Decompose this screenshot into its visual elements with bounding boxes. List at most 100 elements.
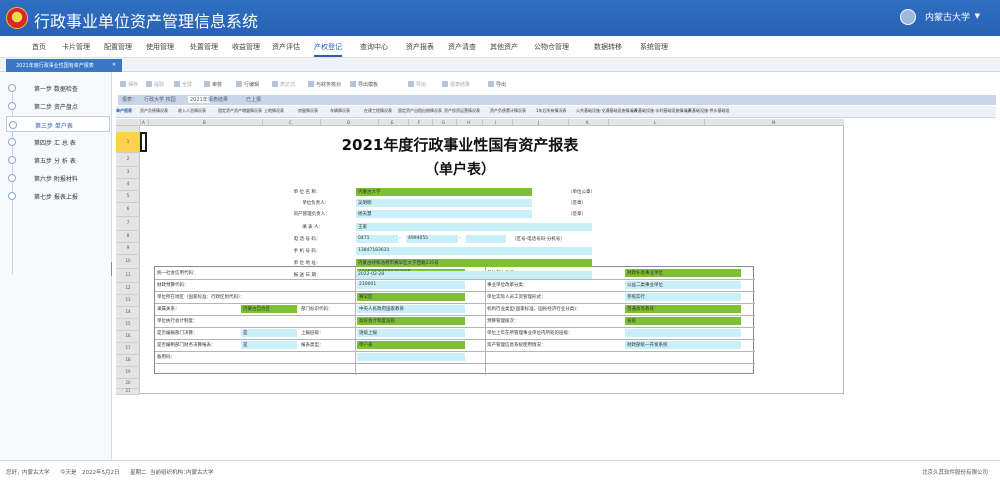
row-label[interactable]: 4 [116,181,140,186]
tab-report[interactable]: 2021年度行政事业性国有资产报表 [6,59,122,72]
toolbar-item-5[interactable]: 表达式 [272,81,295,88]
sheet-tab-10[interactable]: 资产负债累计情况表 [490,108,526,114]
nav-item-3[interactable]: 使用管理 [146,42,174,52]
info-value[interactable]: 内蒙古呼和浩特市赛罕区大学西路235号 [356,259,592,267]
column-label[interactable]: E [391,120,394,125]
nav-item-4[interactable]: 处置管理 [190,42,218,52]
row-label[interactable]: 8 [116,233,140,238]
sheet-tab-3[interactable]: 固定资产资产增量情况表 [218,108,262,114]
info-ext[interactable] [466,235,506,243]
caret-down-icon[interactable]: ▼ [975,12,980,20]
user-avatar-icon[interactable] [900,9,916,25]
column-label[interactable]: M [772,120,775,125]
selected-cell[interactable] [140,132,147,152]
info-value[interactable]: 0471 [356,235,398,243]
row-label[interactable]: 12 [116,285,140,290]
row-label[interactable]: 21 [116,388,140,393]
info-value[interactable]: 2022-02-28 [356,271,592,279]
row-label[interactable]: 1 [116,139,140,144]
toolbar-item-9[interactable]: 报表结果 [442,81,470,88]
sidebar-step-5[interactable]: 第五步 分 析 表 [6,152,110,168]
grid-value[interactable]: 单户表 [357,341,465,349]
row-label[interactable]: 16 [116,333,140,338]
sidebar-step-3[interactable]: 第三步 单户表 [6,116,110,132]
grid-value[interactable]: 中央人民政府国家教育 [357,305,465,313]
grid-value[interactable]: 高校会计制度准则 [357,317,465,325]
info-value[interactable]: 内蒙古大学 [356,188,532,196]
grid-value[interactable]: 普通高等教育 [625,305,741,313]
close-icon[interactable]: ✕ [112,62,116,68]
sidebar-step-6[interactable]: 第六步 附报材料 [6,170,110,186]
nav-item-6[interactable]: 资产评估 [272,42,300,52]
sheet-tab-13[interactable]: 公共基础设施-水利基础设施情况表 [630,108,691,114]
nav-item-12[interactable]: 公物仓管理 [534,42,569,52]
sheet-tab-12[interactable]: 公共基础设施-交通基础设施情况表 [576,108,637,114]
info-value[interactable]: 杨天慧 [356,210,532,218]
sheet-tab-7[interactable]: 在建工程情况表 [364,108,392,114]
toolbar-item-10[interactable]: 导出 [488,81,506,88]
nav-item-7[interactable]: 产权登记 [314,42,342,57]
row-label[interactable]: 15 [116,321,140,326]
column-label[interactable]: G [442,120,445,125]
column-label[interactable]: I [495,120,496,125]
nav-item-10[interactable]: 资产清查 [448,42,476,52]
grid-value[interactable]: 是 [241,341,297,349]
nav-item-2[interactable]: 配置管理 [104,42,132,52]
grid-value[interactable]: 逐级上报 [357,329,465,337]
row-label[interactable]: 14 [116,309,140,314]
column-label[interactable]: J [538,120,539,125]
grid-value[interactable] [625,329,741,337]
row-label[interactable]: 2 [116,156,140,161]
row-label[interactable]: 7 [116,220,140,225]
toolbar-item-2[interactable]: 全屏 [174,81,192,88]
column-label[interactable]: A [142,120,145,125]
column-label[interactable]: B [203,120,206,125]
row-label[interactable]: 9 [116,245,140,250]
sheet-tab-1[interactable]: 资产负债情况表 [140,108,168,114]
info-value-2[interactable]: 4994055 [406,235,458,243]
sheet-tab-9[interactable]: 资产投资运营情况表 [444,108,480,114]
column-label[interactable]: C [289,120,292,125]
sheet-tab-4[interactable]: 土地情况表 [264,108,284,114]
toolbar-item-3[interactable]: 审核 [204,81,222,88]
row-label[interactable]: 11 [116,272,140,277]
nav-item-5[interactable]: 收益管理 [232,42,260,52]
breadcrumb-item[interactable]: 已上报 [246,96,261,103]
sheet-tab-0[interactable]: 单户报表 [116,108,132,114]
column-label[interactable]: K [586,120,589,125]
toolbar-item-0[interactable]: 保存 [120,81,138,88]
row-label[interactable]: 5 [116,193,140,198]
grid-value[interactable]: 省级 [625,317,741,325]
sheet-tab-5[interactable]: 房屋情况表 [298,108,318,114]
row-label[interactable]: 3 [116,169,140,174]
grid-value[interactable]: 赛罕区 [357,293,465,301]
sidebar-step-7[interactable]: 第七步 报表上报 [6,188,110,204]
nav-item-8[interactable]: 查询中心 [360,42,388,52]
sheet-tab-6[interactable]: 车辆情况表 [330,108,350,114]
sheet-tab-11[interactable]: 1年后所有情况表 [536,108,567,114]
info-value[interactable]: 吴明明 [356,199,532,207]
sheet-tab-2[interactable]: 收入人员情况表 [178,108,206,114]
row-label[interactable]: 13 [116,297,140,302]
row-label[interactable]: 17 [116,345,140,350]
grid-value[interactable]: 财政部统一开发系统 [625,341,741,349]
grid-value[interactable]: 是 [241,329,297,337]
row-label[interactable]: 19 [116,369,140,374]
sidebar-step-2[interactable]: 第二步 资产盘点 [6,98,110,114]
nav-item-11[interactable]: 其他资产 [490,42,518,52]
toolbar-item-8[interactable]: 导出 [408,81,426,88]
nav-item-9[interactable]: 资产报表 [406,42,434,52]
toolbar-item-4[interactable]: 行编辑 [236,81,259,88]
nav-item-14[interactable]: 系统管理 [640,42,668,52]
column-label[interactable]: F [418,120,420,125]
row-label[interactable]: 18 [116,357,140,362]
row-label[interactable]: 6 [116,206,140,211]
toolbar-item-7[interactable]: 导出模板 [350,81,378,88]
sidebar-step-4[interactable]: 第四步 汇 总 表 [6,134,110,150]
grid-value[interactable]: 参照实行 [625,293,741,301]
nav-item-13[interactable]: 数据转移 [594,42,622,52]
row-label[interactable]: 10 [116,258,140,263]
info-value[interactable]: 王家 [356,223,592,231]
column-label[interactable]: H [467,120,470,125]
nav-item-0[interactable]: 首页 [32,42,46,52]
